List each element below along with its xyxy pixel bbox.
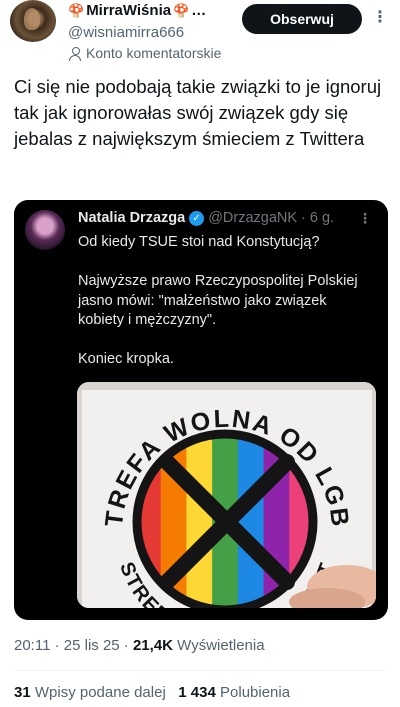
views-label: Wyświetlenia — [177, 637, 265, 654]
more-icon[interactable]: ⋮ — [372, 10, 388, 28]
follow-button[interactable]: Obserwuj — [242, 4, 362, 34]
reposts-label: Wpisy podane dalej — [34, 684, 166, 701]
author-name[interactable]: MirraWiśnia — [86, 2, 171, 19]
likes-label: Polubienia — [220, 684, 291, 701]
quote-time: · 6 g. — [301, 210, 335, 226]
quote-header: Natalia Drzazga ✓ @DrzazgaNK · 6 g. — [78, 210, 334, 226]
author-name-row[interactable]: 🍄 MirraWiśnia 🍄 … — [68, 2, 206, 19]
quote-image[interactable]: STREFA WOLNA OD LGBT STREFA WOLNA OD LGB… — [77, 382, 376, 608]
likes-count: 1 434 — [178, 684, 216, 701]
tweet-text: Ci się nie podobają takie związki to je … — [14, 76, 382, 149]
strefa-sticker-image: STREFA WOLNA OD LGBT STREFA WOLNA OD LGB… — [77, 382, 376, 608]
tweet-meta: 20:11 · 25 lis 25 · 21,4K Wyświetlenia — [14, 637, 265, 654]
quote-author-name[interactable]: Natalia Drzazga — [78, 210, 185, 226]
reposts-link[interactable]: 31 Wpisy podane dalej — [14, 684, 170, 701]
rainbow-stripe — [237, 434, 265, 608]
quote-more-icon[interactable]: ⋮ — [358, 210, 372, 227]
tweet-header: 🍄 MirraWiśnia 🍄 … @wisniamirra666 Konto … — [0, 0, 400, 66]
author-name-suffix: … — [191, 2, 207, 19]
account-type: Konto komentatorskie — [68, 45, 221, 61]
account-type-label: Konto komentatorskie — [86, 45, 222, 61]
quoted-tweet[interactable]: Natalia Drzazga ✓ @DrzazgaNK · 6 g. ⋮ Od… — [14, 200, 388, 620]
verified-badge-icon: ✓ — [189, 210, 205, 226]
rainbow-stripe — [186, 434, 213, 608]
mushroom-icon: 🍄 — [68, 3, 85, 18]
views-count: 21,4K — [132, 637, 173, 654]
reposts-count: 31 — [14, 684, 31, 701]
tweet-stats: 31 Wpisy podane dalej 1 434 Polubienia — [14, 684, 290, 701]
quote-author-handle[interactable]: @DrzazgaNK — [208, 210, 297, 226]
quote-author-avatar[interactable] — [25, 210, 65, 250]
author-avatar[interactable] — [10, 0, 56, 42]
person-icon — [68, 46, 82, 61]
mushroom-icon: 🍄 — [173, 3, 190, 18]
quote-text: Od kiedy TSUE stoi nad Konstytucją? Najw… — [78, 234, 358, 367]
likes-link[interactable]: 1 434 Polubienia — [178, 684, 290, 701]
tweet-time[interactable]: 20:11 · 25 lis 25 · — [14, 637, 129, 654]
divider — [14, 670, 386, 671]
author-handle[interactable]: @wisniamirra666 — [68, 24, 184, 41]
